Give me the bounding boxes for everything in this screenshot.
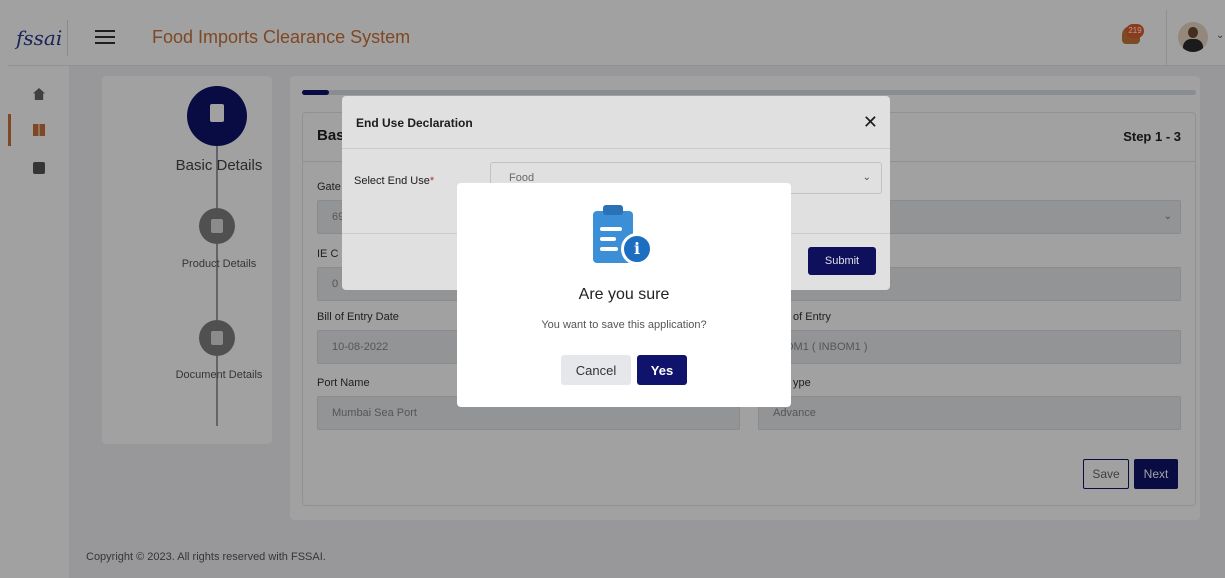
cancel-button[interactable]: Cancel [561,355,631,385]
clipboard-info-icon: i [593,205,655,267]
yes-button[interactable]: Yes [637,355,687,385]
confirm-message: You want to save this application? [541,319,707,331]
confirm-title: Are you sure [578,286,670,303]
confirm-dialog: i Are you sure You want to save this app… [457,183,791,407]
